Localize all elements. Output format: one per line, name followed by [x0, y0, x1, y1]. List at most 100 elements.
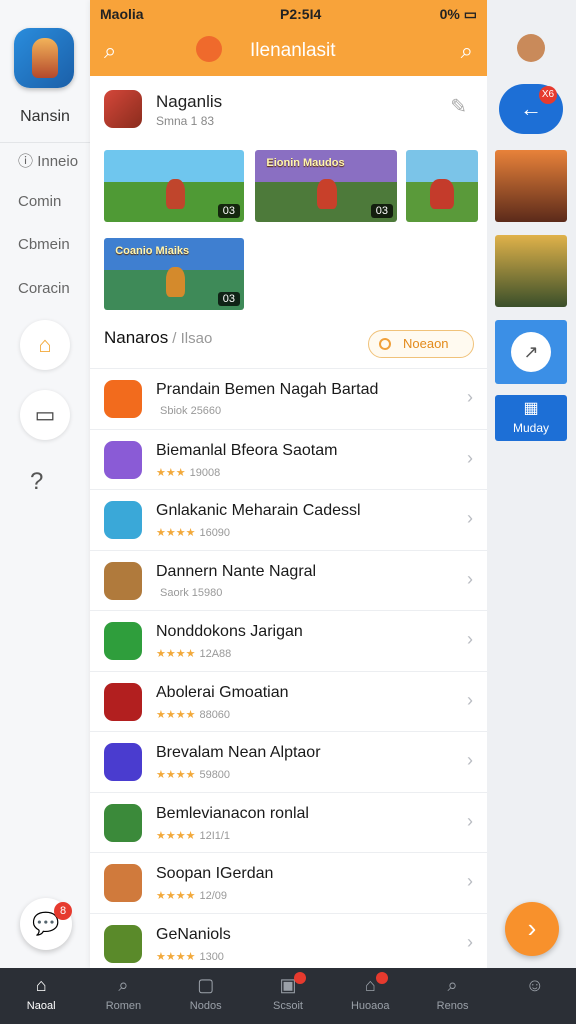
- tab-scsoit[interactable]: ▣ Scsoit: [247, 968, 329, 1024]
- hint-icon[interactable]: ?: [30, 468, 43, 496]
- store-icon: ⌂: [364, 975, 376, 995]
- app-meta: ★★★★ 1300: [156, 950, 224, 963]
- chevron-right-icon: ›: [467, 447, 473, 468]
- app-name: Bemlevianacon ronlal: [156, 804, 309, 822]
- profile-icon: ☺: [525, 975, 545, 995]
- list-item[interactable]: GeNaniols ★★★★ 1300 ›: [90, 914, 487, 969]
- side-thumb-1[interactable]: [495, 150, 567, 222]
- tab-romen[interactable]: ⌕ Romen: [82, 968, 164, 1024]
- app-name: Biemanlal Bfeora Saotam: [156, 441, 338, 459]
- chevron-right-icon: ›: [467, 387, 473, 407]
- list-item[interactable]: Brevalam Nean Alptaor ★★★★ 59800 ›: [90, 732, 487, 793]
- chevron-right-icon: ›: [467, 750, 473, 770]
- screenshot-thumb-4[interactable]: Coanio Miaiks 03: [104, 238, 244, 310]
- avatar[interactable]: [517, 34, 545, 62]
- app-name: Abolerai Gmoatian: [156, 683, 289, 701]
- thumb-count: 03: [217, 204, 240, 218]
- monday-label: Muday: [512, 421, 550, 435]
- edit-icon[interactable]: ✎: [450, 94, 467, 119]
- page-title: Ilenanlasit: [250, 40, 336, 61]
- tab-bar: ⌂ Naoal ⌕ Romen ▢ Nodos ▣ Scsoit ⌂ Huoaoa ⌕ Renos ☺: [0, 968, 576, 1024]
- game-icon: ▣: [279, 975, 297, 995]
- back-button[interactable]: ← X6: [499, 84, 563, 134]
- app-meta: ★★★★ 12I1/1: [156, 829, 231, 842]
- chat-icon: ▢: [197, 975, 215, 995]
- thumb-banner: Coanio Miaiks: [115, 245, 190, 258]
- wallet-button[interactable]: ▭: [20, 390, 70, 440]
- rail-link-1[interactable]: ⓘ Inneio: [18, 150, 78, 171]
- tab-profile[interactable]: ☺: [494, 968, 576, 1024]
- tab-label: Romen: [105, 1000, 142, 1012]
- app-name: Brevalam Nean Alptaor: [156, 744, 321, 761]
- app-icon: [104, 743, 142, 781]
- rail-link-2[interactable]: Comin: [18, 193, 61, 210]
- search-icon[interactable]: ⌕: [104, 38, 116, 64]
- home-shortcut-button[interactable]: ⌂: [20, 320, 70, 370]
- thumb-count: 03: [217, 292, 240, 306]
- app-icon: [104, 380, 142, 418]
- app-name: Prandain Bemen Nagah Bartad: [156, 381, 379, 398]
- app-meta: ★★★★ 88060: [156, 708, 231, 721]
- battery: 0% ▭: [439, 6, 477, 22]
- filter-pill[interactable]: Noeaon: [368, 330, 474, 358]
- calendar-icon: ▦: [523, 400, 539, 417]
- section-header: Nanaros / Ilsao Noeaon: [104, 328, 474, 362]
- share-card[interactable]: ↗: [495, 320, 567, 384]
- tab-renos[interactable]: ⌕ Renos: [411, 968, 493, 1024]
- list-item[interactable]: Abolerai Gmoatian ★★★★ 88060 ›: [90, 672, 487, 732]
- app-icon: [104, 561, 142, 600]
- rail-title: Nansin: [20, 108, 70, 125]
- back-arrow-icon: ←: [520, 96, 542, 121]
- list-item[interactable]: Biemanlal Bfeora Saotam ★★★ 19008 ›: [90, 430, 487, 490]
- list-item[interactable]: Gnlakanic Meharain Cadessl ★★★★ 16090 ›: [90, 490, 487, 551]
- app-meta: Saork 15980: [160, 586, 223, 599]
- list-item[interactable]: Prandain Bemen Nagah Bartad Sbiok 25660 ›: [90, 369, 487, 430]
- featured-app-name: Naganlis: [156, 92, 223, 111]
- chevron-right-icon: ›: [467, 810, 473, 831]
- rail-divider: [0, 142, 90, 143]
- side-thumb-2[interactable]: [495, 235, 567, 307]
- search-icon[interactable]: ⌕: [461, 38, 473, 64]
- list-item[interactable]: Soopan IGerdan ★★★★ 12/09 ›: [90, 853, 487, 914]
- list-item[interactable]: Dannern Nante Nagral Saork 15980 ›: [90, 551, 487, 611]
- app-logo[interactable]: [14, 28, 74, 88]
- chat-badge: 8: [54, 902, 72, 920]
- chevron-right-icon: ›: [467, 629, 473, 649]
- tab-nodos[interactable]: ▢ Nodos: [165, 968, 247, 1024]
- search-icon: ⌕: [447, 975, 458, 995]
- rating-stars: ★★★★: [156, 769, 196, 781]
- tab-label: Scsoit: [273, 1000, 303, 1012]
- carrier: Maolia: [100, 6, 144, 22]
- chevron-right-icon: ›: [467, 568, 473, 589]
- home-icon: ⌂: [35, 975, 47, 995]
- list-item[interactable]: Nonddokons Jarigan ★★★★ 12A88 ›: [90, 611, 487, 672]
- next-button[interactable]: ›: [505, 902, 559, 956]
- app-icon: [104, 440, 142, 479]
- rail-link-3[interactable]: Cbmein: [18, 236, 70, 253]
- chevron-right-icon: ›: [527, 913, 537, 943]
- left-rail: Nansin ⓘ Inneio Comin Cbmein Coracin ⌂ ▭…: [0, 0, 90, 968]
- rating-stars: ★★★★: [156, 708, 196, 721]
- tab-naoal[interactable]: ⌂ Naoal: [0, 968, 82, 1024]
- featured-app[interactable]: Naganlis Smna 1 83 ✎: [90, 80, 487, 140]
- screenshot-thumb-3[interactable]: [406, 150, 478, 222]
- app-meta: ★★★★ 59800: [156, 769, 231, 781]
- app-name: Dannern Nante Nagral: [156, 562, 317, 580]
- circle-icon: [379, 338, 391, 350]
- app-list: Prandain Bemen Nagah Bartad Sbiok 25660 › B…: [90, 368, 487, 968]
- right-rail: ← X6 ↗ ▦ Muday ›: [487, 0, 576, 968]
- app-meta: Sbiok 25660: [160, 405, 222, 417]
- monday-button[interactable]: ▦ Muday: [495, 395, 567, 441]
- tab-label: Nodos: [189, 1000, 222, 1012]
- rail-link-4[interactable]: Coracin: [18, 280, 70, 297]
- header: Maolia P2:5I4 0% ▭ ⌕ Ilenanlasit ⌕: [90, 0, 487, 76]
- rating-stars: ★★★★: [156, 950, 196, 963]
- share-icon: ↗: [511, 332, 551, 372]
- rating-stars: ★★★★: [156, 527, 196, 539]
- list-item[interactable]: Bemlevianacon ronlal ★★★★ 12I1/1 ›: [90, 793, 487, 853]
- chat-button[interactable]: 💬 8: [20, 898, 72, 950]
- tab-huoaoa[interactable]: ⌂ Huoaoa: [329, 968, 411, 1024]
- screenshot-thumb-2[interactable]: Eionin Maudos 03: [255, 150, 397, 222]
- screenshot-thumb-1[interactable]: 03: [104, 150, 244, 222]
- featured-app-icon: [104, 90, 142, 128]
